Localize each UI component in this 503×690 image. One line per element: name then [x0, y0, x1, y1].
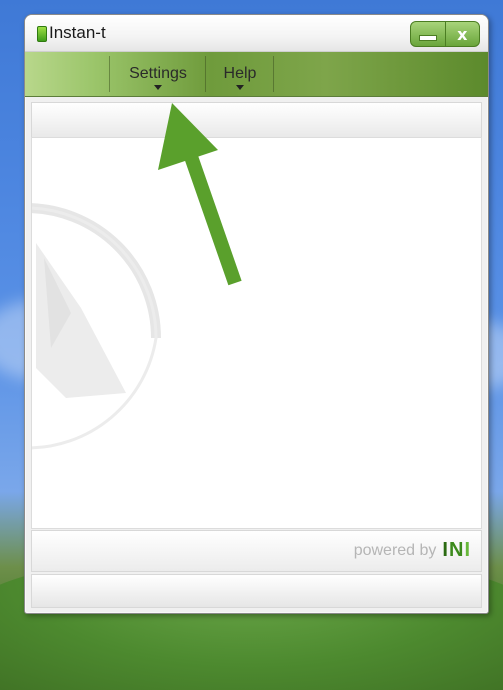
title-bar[interactable]: Instan-t x	[25, 15, 488, 52]
minimize-icon	[419, 36, 436, 40]
brand-logo: INI	[442, 539, 471, 561]
close-button[interactable]: x	[444, 22, 480, 46]
app-logo-watermark	[32, 203, 161, 450]
status-bar	[31, 574, 482, 608]
close-icon: x	[457, 24, 468, 44]
chevron-down-icon	[154, 85, 162, 90]
menu-separator	[273, 56, 274, 92]
footer-strip: powered by INI	[31, 530, 482, 572]
powered-by-text: powered by	[353, 541, 437, 559]
menu-help[interactable]: Help	[207, 52, 273, 96]
chevron-down-icon	[236, 85, 244, 90]
menu-bar: Settings Help	[25, 52, 488, 97]
menu-separator	[205, 56, 206, 92]
app-window: Instan-t x Settings Help powered by INI	[24, 14, 489, 614]
toolbar-strip	[31, 102, 482, 138]
window-title: Instan-t	[49, 23, 106, 42]
main-content-area	[31, 137, 482, 529]
powered-by: powered by INI	[354, 539, 471, 562]
app-icon	[37, 26, 47, 42]
menu-settings[interactable]: Settings	[111, 52, 205, 96]
menu-settings-label: Settings	[129, 65, 187, 82]
minimize-button[interactable]	[411, 22, 445, 46]
menu-separator	[109, 56, 110, 92]
menu-help-label: Help	[223, 65, 257, 82]
window-controls: x	[410, 21, 480, 47]
